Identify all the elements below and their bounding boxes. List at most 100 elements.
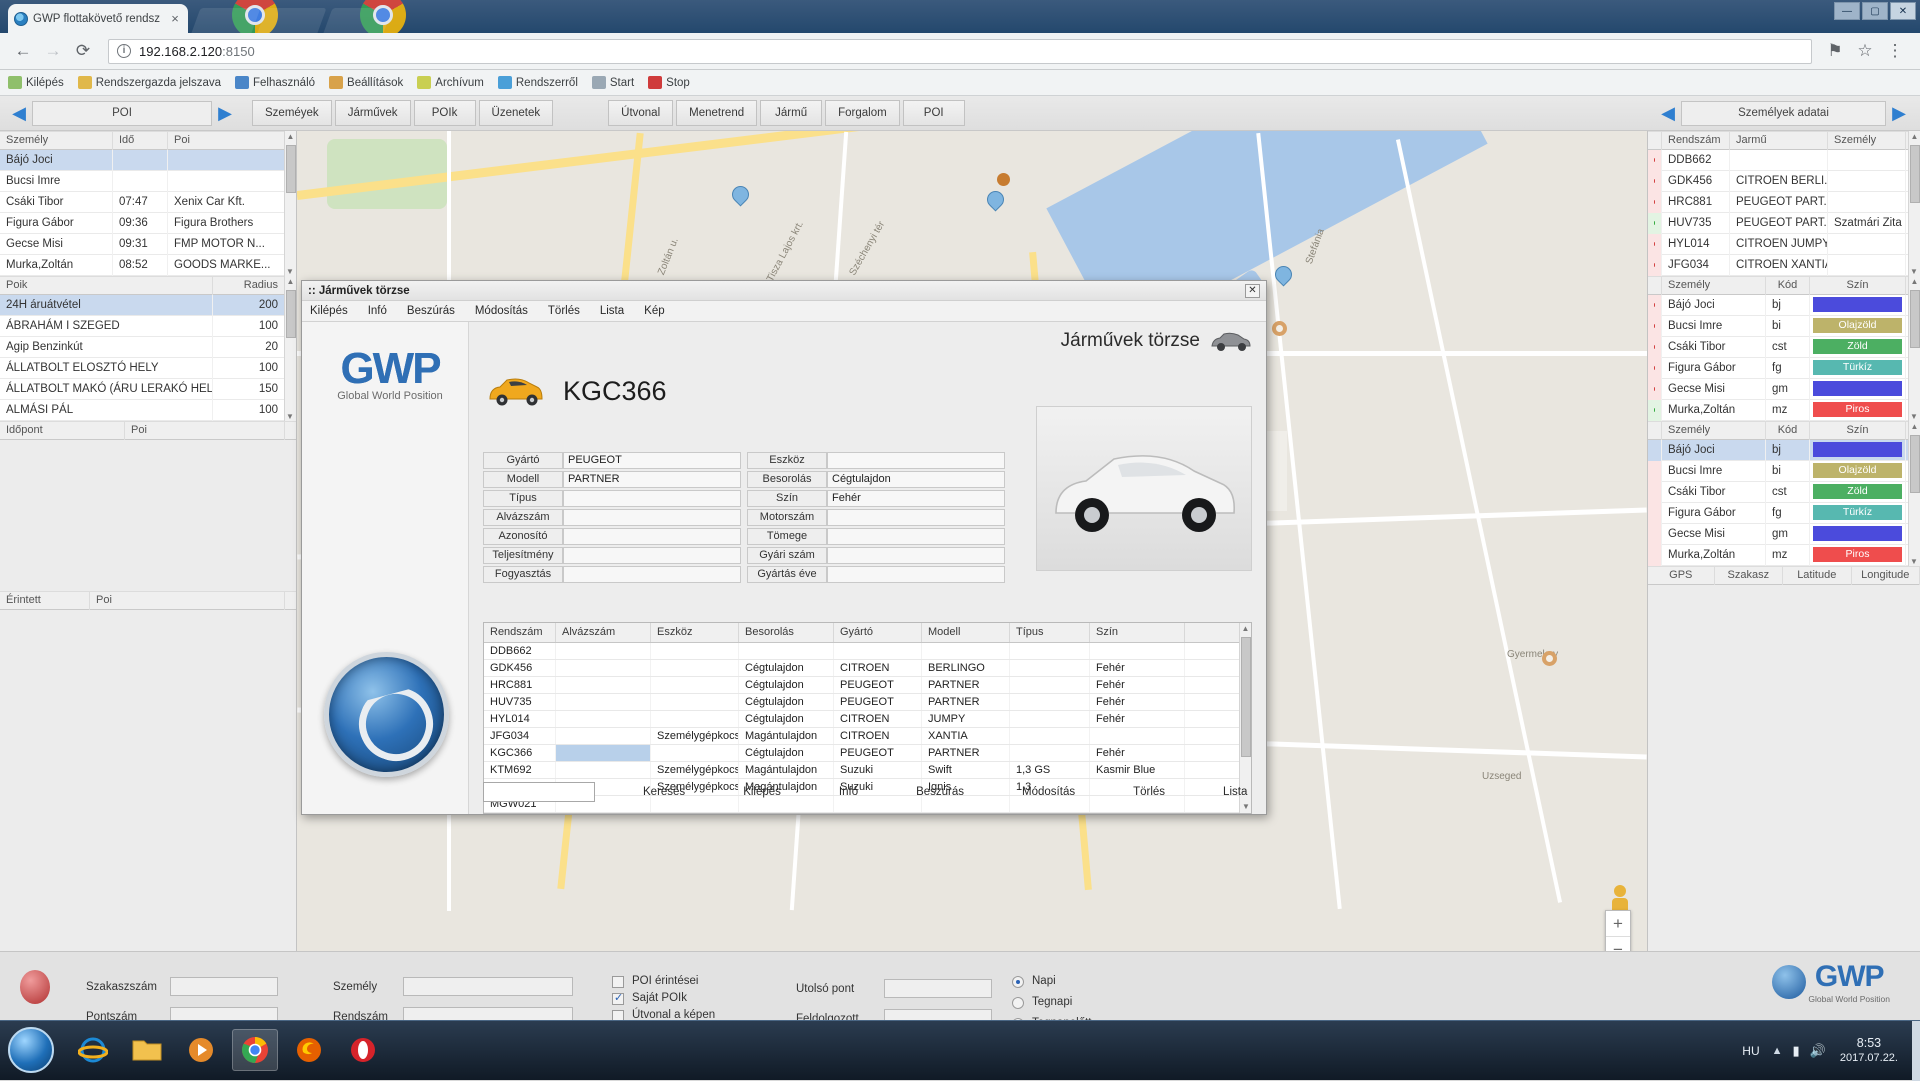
scroll-thumb[interactable] (1241, 637, 1251, 757)
close-window-button[interactable]: ✕ (1890, 2, 1916, 20)
person-data-field[interactable]: Személyek adatai (1681, 100, 1886, 126)
menu-item-kilépés[interactable]: Kilépés (310, 305, 348, 317)
column-header[interactable]: Személy (0, 131, 113, 150)
print-icon[interactable]: ⚑ (1822, 38, 1848, 64)
map-pin-3[interactable] (732, 186, 747, 208)
field-value[interactable] (827, 452, 1005, 469)
scroll-thumb[interactable] (1910, 290, 1920, 348)
vehicles-master-dialog[interactable]: :: Járművek törzse ✕ Kilépés Infó Beszúrás… (301, 280, 1267, 815)
column-header[interactable]: Kód (1766, 421, 1810, 440)
right-prev-arrow-button[interactable]: ◀ (1655, 101, 1681, 126)
field-value[interactable] (827, 509, 1005, 526)
table-row[interactable]: Figura Gábor fg Türkíz (1648, 502, 1920, 524)
media-player-icon[interactable] (178, 1029, 224, 1071)
field-value[interactable]: Fehér (827, 490, 1005, 507)
input-szakaszszam[interactable] (170, 977, 278, 996)
table-row[interactable]: Figura Gábor fg Türkíz (1648, 357, 1920, 379)
scroll-thumb[interactable] (286, 290, 296, 339)
scroll-thumb[interactable] (286, 145, 296, 194)
table-row[interactable]: KGC366 Cégtulajdon PEUGEOT PARTNER Fehér (484, 745, 1251, 762)
browser-tab-active[interactable]: GWP flottakövető rendsz × (8, 4, 188, 33)
bookmark-star-icon[interactable]: ☆ (1852, 38, 1878, 64)
explorer-icon[interactable] (124, 1029, 170, 1071)
table-row[interactable]: Bájó Joci (0, 149, 296, 171)
table-row[interactable]: Csáki Tibor cst Zöld (1648, 481, 1920, 503)
grid-body[interactable]: 24H áruátvétel 200 ÁBRAHÁM I SZEGED 100 Agip… (0, 294, 296, 421)
maximize-button[interactable]: ▢ (1862, 2, 1888, 20)
grid-scrollbar[interactable]: ▲ ▼ (1908, 131, 1920, 278)
column-header[interactable]: Rendszám (484, 623, 556, 642)
table-row[interactable]: Gecse Misi gm (1648, 378, 1920, 400)
zoom-in-button[interactable]: + (1606, 911, 1630, 937)
column-header[interactable]: GPS (1648, 566, 1715, 585)
column-header[interactable]: Típus (1010, 623, 1090, 642)
column-header[interactable]: Poi (125, 421, 285, 440)
checkbox-0[interactable] (612, 976, 624, 988)
bookmark-1[interactable]: Kilépés (8, 76, 64, 89)
table-row[interactable]: HRC881 PEUGEOT PART... (1648, 191, 1920, 213)
scroll-thumb[interactable] (1910, 145, 1920, 203)
table-row[interactable]: GDK456 CITROEN BERLI... (1648, 170, 1920, 192)
scroll-up-icon[interactable]: ▲ (285, 131, 296, 143)
prev-arrow-button[interactable]: ◀ (6, 101, 32, 126)
site-info-icon[interactable]: i (117, 44, 131, 58)
column-header[interactable]: Rendszám (1662, 131, 1730, 150)
column-header[interactable]: Személy (1662, 276, 1766, 295)
language-indicator[interactable]: HU (1742, 1044, 1771, 1058)
field-value[interactable]: PEUGEOT (563, 452, 741, 469)
tray-expand-icon[interactable]: ▲ (1772, 1045, 1793, 1057)
table-row[interactable]: DDB662 (484, 643, 1251, 660)
input-szemely[interactable] (403, 977, 573, 996)
table-row[interactable]: ÁBRAHÁM I SZEGED 100 (0, 315, 296, 337)
bookmark-7[interactable]: Start (591, 76, 634, 89)
column-header[interactable]: Időpont (0, 421, 125, 440)
table-row[interactable]: Bucsi Imre bi Olajzöld (1648, 460, 1920, 482)
field-value[interactable] (827, 547, 1005, 564)
column-header[interactable]: Személy (1828, 131, 1906, 150)
footer-button-beszúrás[interactable]: Beszúrás (916, 786, 964, 798)
forward-icon[interactable]: → (40, 38, 66, 64)
tab-forgalom[interactable]: Forgalom (825, 100, 900, 126)
map-marker-ring[interactable] (1542, 651, 1557, 666)
field-value[interactable] (563, 547, 741, 564)
table-row[interactable]: HUV735 Cégtulajdon PEUGEOT PARTNER Fehér (484, 694, 1251, 711)
bookmark-5[interactable]: Archívum (417, 76, 484, 89)
address-bar[interactable]: i 192.168.2.120:8150 (108, 38, 1812, 64)
scroll-up-icon[interactable]: ▲ (1909, 131, 1920, 143)
field-value[interactable] (563, 528, 741, 545)
menu-item-beszúrás[interactable]: Beszúrás (407, 305, 455, 317)
table-row[interactable]: DDB662 (1648, 149, 1920, 171)
scroll-up-icon[interactable]: ▲ (1909, 421, 1920, 433)
column-header[interactable]: Modell (922, 623, 1010, 642)
table-row[interactable]: KTM692 Személygépkocsi Magántulajdon Suzuki… (484, 762, 1251, 779)
back-icon[interactable]: ← (10, 38, 36, 64)
scroll-up-icon[interactable]: ▲ (285, 276, 296, 288)
next-arrow-button[interactable]: ▶ (212, 101, 238, 126)
show-desktop-button[interactable] (1912, 1021, 1920, 1081)
table-row[interactable]: ÁLLATBOLT MAKÓ (ÁRU LERAKÓ HEL 150 (0, 378, 296, 400)
table-row[interactable]: 24H áruátvétel 200 (0, 294, 296, 316)
column-header[interactable]: Alvázszám (556, 623, 651, 642)
column-header[interactable]: Érintett (0, 591, 90, 610)
map-marker-ring-2[interactable] (1272, 321, 1287, 336)
map-pin-2[interactable] (987, 191, 1002, 213)
table-row[interactable]: ÁLLATBOLT ELOSZTÓ HELY 100 (0, 357, 296, 379)
tab-üzenetek[interactable]: Üzenetek (478, 100, 554, 126)
footer-button-törlés[interactable]: Törlés (1133, 786, 1165, 798)
column-header[interactable]: Szín (1810, 421, 1906, 440)
table-row[interactable]: Csáki Tibor 07:47 Xenix Car Kft. (0, 191, 296, 213)
bookmark-6[interactable]: Rendszerről (497, 76, 578, 89)
bookmark-4[interactable]: Beállítások (329, 76, 403, 89)
column-header[interactable]: Szín (1090, 623, 1185, 642)
table-row[interactable]: Gecse Misi gm (1648, 523, 1920, 545)
table-row[interactable]: Bucsi Imre bi Olajzöld (1648, 315, 1920, 337)
column-header[interactable]: Idő (113, 131, 168, 150)
chrome-menu-icon[interactable]: ⋮ (1882, 38, 1908, 64)
table-row[interactable]: Bájó Joci bj (1648, 439, 1920, 461)
map-pin-4[interactable] (1275, 266, 1290, 288)
tab-jármű[interactable]: Jármű (760, 100, 823, 126)
footer-button-lista[interactable]: Lista (1223, 786, 1247, 798)
chrome-icon[interactable] (232, 1029, 278, 1071)
table-row[interactable]: JFG034 Személygépkocsi Magántulajdon CITROE… (484, 728, 1251, 745)
bookmark-2[interactable]: Rendszergazda jelszava (77, 76, 221, 89)
